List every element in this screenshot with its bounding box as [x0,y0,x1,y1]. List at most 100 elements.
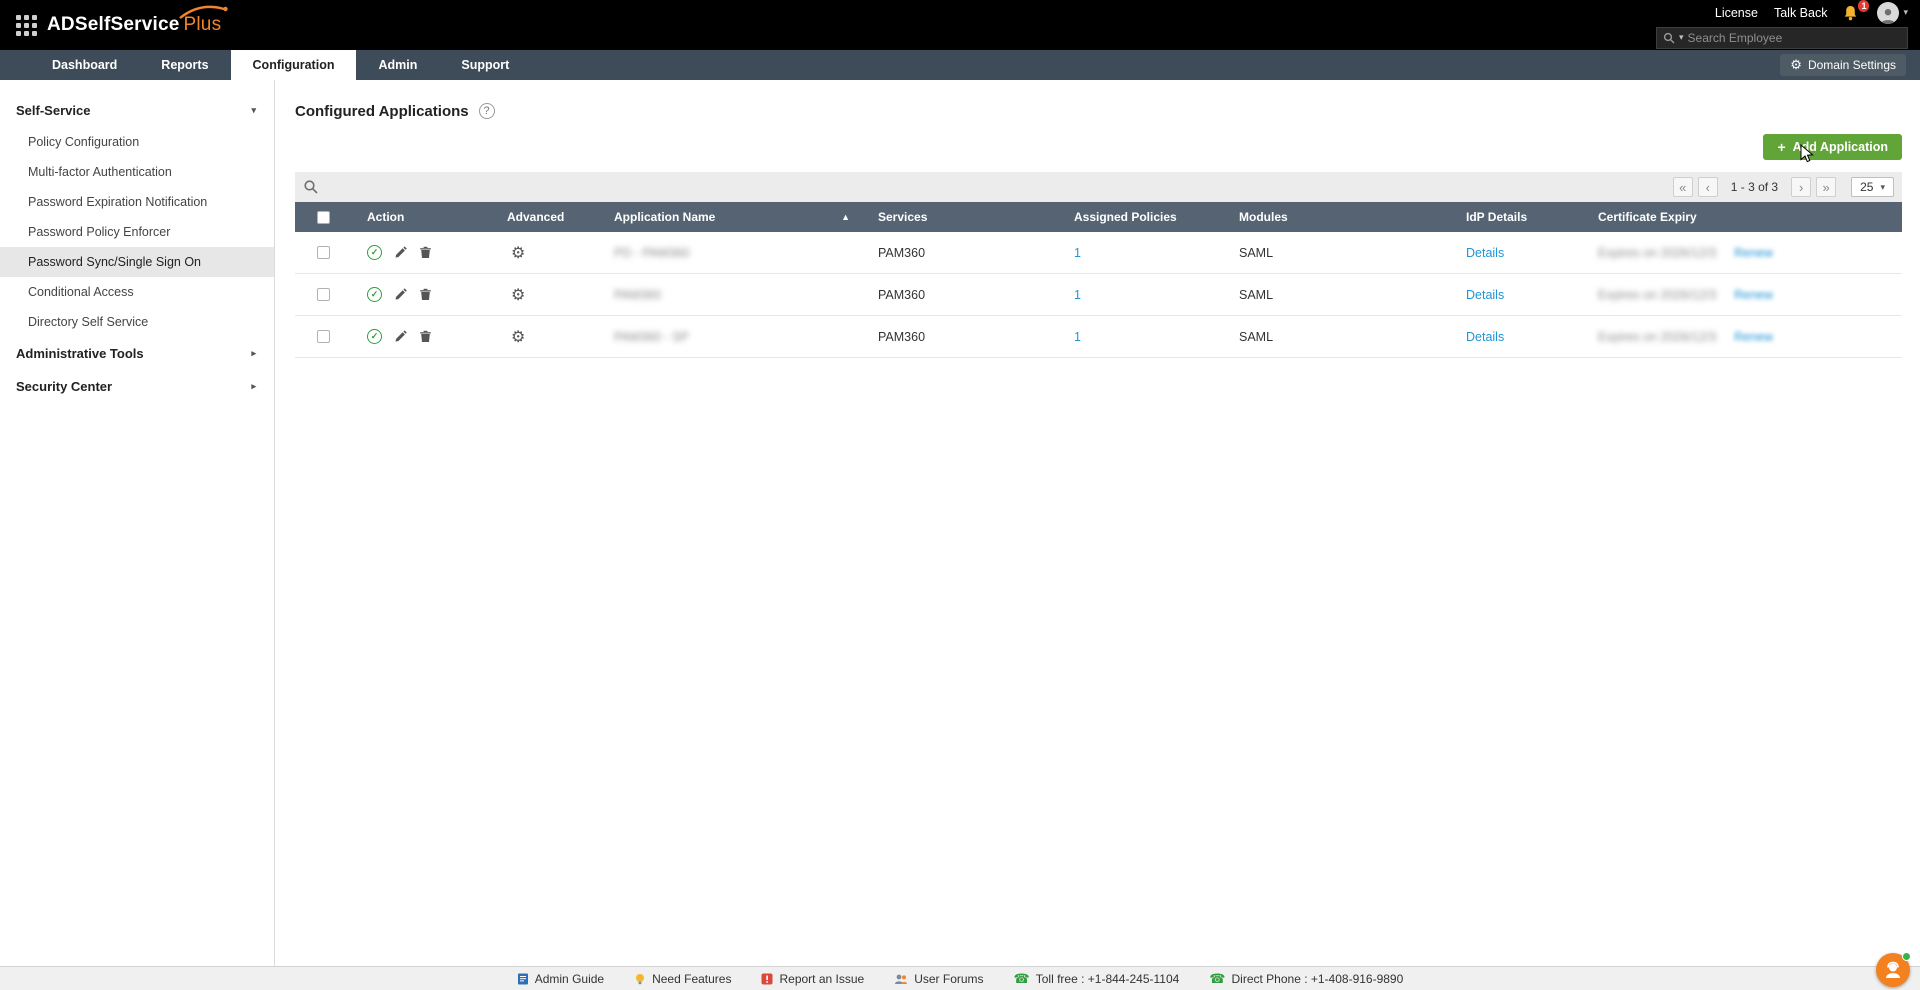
report-issue-icon [761,973,773,985]
modules-value: SAML [1227,330,1454,344]
tab-support[interactable]: Support [439,50,531,80]
sidebar-item-conditional-access[interactable]: Conditional Access [0,277,274,307]
employee-search[interactable]: ▾ [1656,27,1908,49]
prev-page-button[interactable]: ‹ [1698,177,1718,197]
table-header: Action Advanced Application Name ▲ Servi… [295,202,1902,232]
col-assigned-policies: Assigned Policies [1062,210,1227,224]
assigned-policies-link[interactable]: 1 [1074,246,1081,260]
user-menu[interactable]: ▾ [1877,2,1908,24]
table-search-icon[interactable] [303,179,319,195]
row-checkbox[interactable] [317,288,330,301]
employee-search-input[interactable] [1688,31,1901,45]
page-size-select[interactable]: 25 ▾ [1851,177,1894,197]
chat-status-dot [1902,952,1911,961]
brand-suffix: Plus [184,14,222,36]
chevron-down-icon: ▾ [251,105,256,116]
advanced-gear-icon[interactable]: ⚙ [495,285,602,305]
main-content: Configured Applications ? + Add Applicat… [275,80,1920,966]
main-nav: Dashboard Reports Configuration Admin Su… [0,50,1920,80]
next-page-button[interactable]: › [1791,177,1811,197]
delete-icon[interactable] [419,246,432,259]
sidebar-item-password-sync-single-sign-on[interactable]: Password Sync/Single Sign On [0,247,274,277]
advanced-gear-icon[interactable]: ⚙ [495,327,602,347]
chat-support-button[interactable] [1876,953,1910,987]
edit-icon[interactable] [394,330,407,343]
enable-icon[interactable]: ✓ [367,245,382,260]
page-title: Configured Applications [295,103,469,120]
sidebar-item-password-expiration-notification[interactable]: Password Expiration Notification [0,187,274,217]
tab-admin[interactable]: Admin [356,50,439,80]
toll-free-number: ☎ Toll free : +1-844-245-1104 [1014,971,1180,987]
tab-configuration[interactable]: Configuration [231,50,357,80]
user-menu-caret-icon: ▾ [1903,7,1908,18]
domain-settings-button[interactable]: ⚙ Domain Settings [1780,54,1906,76]
support-agent-icon [1883,960,1903,980]
idp-details-link[interactable]: Details [1466,288,1504,302]
footer: Admin Guide Need Features Report an Issu… [0,966,1920,990]
col-action: Action [355,210,495,224]
user-forums-link[interactable]: User Forums [894,972,983,986]
edit-icon[interactable] [394,246,407,259]
talkback-link[interactable]: Talk Back [1774,6,1828,20]
sidebar-item-password-policy-enforcer[interactable]: Password Policy Enforcer [0,217,274,247]
col-certificate-expiry: Certificate Expiry [1586,210,1902,224]
admin-guide-link[interactable]: Admin Guide [517,972,604,986]
certificate-expiry-text: Expires on 2026/12/3 [1598,246,1716,260]
certificate-expiry-text: Expires on 2026/12/3 [1598,288,1716,302]
enable-icon[interactable]: ✓ [367,287,382,302]
notification-bell-icon[interactable]: 1 [1843,5,1861,21]
brand-logo[interactable]: ADSelfService Plus [47,14,221,36]
col-application-name[interactable]: Application Name ▲ [602,210,866,224]
search-scope-caret-icon[interactable]: ▾ [1679,32,1684,43]
admin-guide-icon [517,973,529,985]
apps-grid-icon[interactable] [16,15,37,36]
add-application-button[interactable]: + Add Application [1763,134,1902,160]
sidebar-item-multi-factor-authentication[interactable]: Multi-factor Authentication [0,157,274,187]
row-checkbox[interactable] [317,246,330,259]
table-row: ✓ ⚙ PD - PAM360 PAM360 1 SAML Details Ex… [295,232,1902,274]
last-page-button[interactable]: » [1816,177,1836,197]
application-name: PD - PAM360 [614,246,690,260]
idp-details-link[interactable]: Details [1466,330,1504,344]
notification-badge: 1 [1858,0,1869,12]
enable-icon[interactable]: ✓ [367,329,382,344]
application-name: PAM360 - SP [614,330,689,344]
renew-link[interactable]: Renew [1734,288,1773,302]
sidebar-section-security-center[interactable]: Security Center ▸ [0,370,274,403]
help-icon[interactable]: ? [479,103,495,119]
report-issue-link[interactable]: Report an Issue [761,972,864,986]
tab-reports[interactable]: Reports [139,50,230,80]
renew-link[interactable]: Renew [1734,246,1773,260]
advanced-gear-icon[interactable]: ⚙ [495,243,602,263]
sort-asc-icon[interactable]: ▲ [841,212,850,222]
col-advanced: Advanced [495,210,602,224]
row-checkbox[interactable] [317,330,330,343]
assigned-policies-link[interactable]: 1 [1074,288,1081,302]
edit-icon[interactable] [394,288,407,301]
idp-details-link[interactable]: Details [1466,246,1504,260]
chevron-right-icon: ▸ [251,348,256,359]
sidebar-item-policy-configuration[interactable]: Policy Configuration [0,127,274,157]
col-modules: Modules [1227,210,1454,224]
delete-icon[interactable] [419,288,432,301]
search-icon [1663,32,1675,44]
sidebar-section-self-service[interactable]: Self-Service ▾ [0,94,274,127]
col-idp-details: IdP Details [1454,210,1586,224]
application-name: PAM360 [614,288,661,302]
select-all-checkbox[interactable] [317,211,330,224]
need-features-link[interactable]: Need Features [634,972,731,986]
modules-value: SAML [1227,288,1454,302]
assigned-policies-link[interactable]: 1 [1074,330,1081,344]
sidebar-item-directory-self-service[interactable]: Directory Self Service [0,307,274,337]
brand-swoosh-icon [178,4,230,20]
tab-dashboard[interactable]: Dashboard [30,50,139,80]
renew-link[interactable]: Renew [1734,330,1773,344]
table-row: ✓ ⚙ PAM360 PAM360 1 SAML Details Expires… [295,274,1902,316]
phone-icon: ☎ [1014,971,1030,987]
chevron-right-icon: ▸ [251,381,256,392]
sidebar-section-administrative-tools[interactable]: Administrative Tools ▸ [0,337,274,370]
services-value: PAM360 [866,288,1062,302]
delete-icon[interactable] [419,330,432,343]
first-page-button[interactable]: « [1673,177,1693,197]
license-link[interactable]: License [1715,6,1758,20]
